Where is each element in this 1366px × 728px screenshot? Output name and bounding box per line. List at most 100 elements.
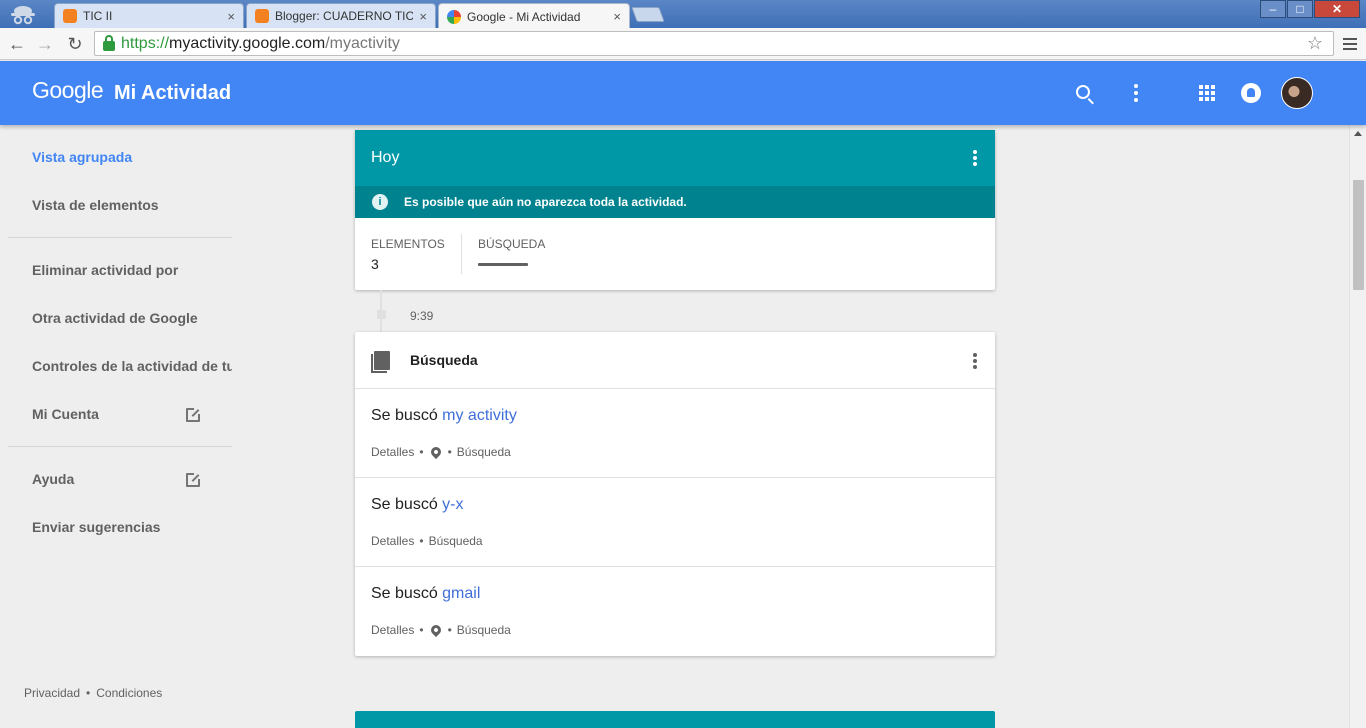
scrollbar[interactable]	[1349, 125, 1366, 728]
sidebar-divider	[8, 237, 232, 238]
stat-divider	[461, 234, 462, 274]
reload-button[interactable]: ↻	[63, 32, 87, 56]
url-path: /myactivity	[325, 34, 400, 52]
tab-close-icon[interactable]: ×	[227, 9, 235, 24]
location-pin-icon[interactable]	[428, 444, 443, 460]
search-bundle-card: Búsqueda Se buscó my activity Detalles •…	[355, 332, 995, 656]
bundle-header[interactable]: Búsqueda	[355, 332, 995, 389]
search-stat-label: BÚSQUEDA	[478, 237, 546, 251]
query-link[interactable]: my activity	[442, 407, 517, 424]
sidebar-item-otra-actividad[interactable]: Otra actividad de Google	[32, 310, 232, 326]
apps-icon[interactable]	[1191, 77, 1223, 109]
timeline-dot	[377, 310, 386, 319]
details-link[interactable]: Detalles	[371, 534, 414, 548]
sidebar-item-eliminar-actividad[interactable]: Eliminar actividad por	[32, 262, 232, 278]
meta-separator: •	[419, 445, 424, 459]
close-window-button[interactable]: ✕	[1314, 0, 1360, 18]
privacy-link[interactable]: Privacidad	[24, 686, 80, 700]
forward-button[interactable]: →	[33, 32, 57, 56]
next-day-card	[355, 711, 995, 728]
notice-text: Es posible que aún no aparezca toda la a…	[404, 195, 687, 209]
more-vert-icon[interactable]	[973, 150, 977, 166]
back-button[interactable]: ←	[5, 32, 29, 56]
sidebar-item-controles-actividad[interactable]: Controles de la actividad de tu cuenta	[32, 358, 232, 374]
sidebar-item-ayuda[interactable]: Ayuda	[32, 471, 232, 487]
bundle-title: Búsqueda	[410, 352, 478, 368]
footer-separator: •	[86, 686, 91, 700]
more-vert-icon[interactable]	[1120, 77, 1152, 109]
url-host: myactivity.google.com	[169, 34, 326, 52]
search-icon[interactable]	[1068, 77, 1100, 109]
incognito-icon	[6, 2, 40, 26]
page-title[interactable]: Mi Actividad	[114, 82, 231, 105]
notifications-icon[interactable]	[1235, 77, 1267, 109]
more-vert-icon[interactable]	[973, 353, 977, 369]
open-in-new-icon	[186, 407, 201, 422]
tab-close-icon[interactable]: ×	[419, 9, 427, 24]
query-link[interactable]: gmail	[442, 585, 480, 602]
entry-prefix: Se buscó	[371, 407, 443, 424]
sidebar-item-vista-agrupada[interactable]: Vista agrupada	[32, 149, 232, 165]
new-tab-button[interactable]	[631, 7, 665, 22]
meta-separator: •	[447, 445, 452, 459]
blogger-favicon-icon	[63, 9, 77, 23]
minimize-button[interactable]: –	[1260, 0, 1286, 18]
footer-links: Privacidad • Condiciones	[24, 686, 162, 700]
entry-prefix: Se buscó	[371, 496, 443, 513]
day-title: Hoy	[371, 149, 400, 166]
activity-stats: ELEMENTOS 3 BÚSQUEDA	[355, 218, 995, 290]
browser-tab-strip: TIC II × Blogger: CUADERNO TIC I × Googl…	[0, 0, 1366, 29]
scrollbar-thumb[interactable]	[1353, 180, 1364, 290]
maximize-button[interactable]: □	[1287, 0, 1313, 18]
list-item: Se buscó gmail Detalles • • Búsqueda	[355, 567, 995, 656]
lock-icon	[103, 34, 115, 51]
sidebar-item-vista-elementos[interactable]: Vista de elementos	[32, 197, 232, 213]
meta-separator: •	[419, 534, 424, 548]
tab-title: Blogger: CUADERNO TIC I	[275, 9, 414, 23]
entry-product: Búsqueda	[456, 445, 511, 459]
meta-separator: •	[419, 623, 424, 637]
avatar[interactable]	[1281, 77, 1313, 109]
google-favicon-icon	[447, 9, 461, 24]
sidebar: Vista agrupada Vista de elementos Elimin…	[0, 125, 240, 728]
terms-link[interactable]: Condiciones	[96, 686, 162, 700]
day-header: Hoy	[355, 130, 995, 186]
details-link[interactable]: Detalles	[371, 623, 414, 637]
url-scheme: https://	[121, 34, 170, 52]
sidebar-divider	[8, 446, 232, 447]
activity-notice: i Es posible que aún no aparezca toda la…	[355, 186, 995, 218]
scroll-up-arrow-icon[interactable]	[1354, 131, 1362, 136]
tab-mi-actividad[interactable]: Google - Mi Actividad ×	[438, 3, 630, 29]
bookmark-star-icon[interactable]: ☆	[1307, 33, 1323, 54]
blogger-favicon-icon	[255, 9, 269, 23]
entry-meta: Detalles • • Búsqueda	[371, 444, 511, 460]
search-product-icon	[371, 351, 390, 373]
address-bar[interactable]: https:// myactivity.google.com /myactivi…	[94, 31, 1334, 56]
entry-meta: Detalles • • Búsqueda	[371, 622, 511, 638]
entry-title: Se buscó y-x	[371, 496, 463, 514]
sidebar-item-enviar-sugerencias[interactable]: Enviar sugerencias	[32, 519, 232, 535]
location-pin-icon[interactable]	[428, 622, 443, 638]
list-item: Se buscó my activity Detalles • • Búsque…	[355, 389, 995, 478]
tab-tic-ii[interactable]: TIC II ×	[54, 3, 244, 28]
entry-prefix: Se buscó	[371, 585, 443, 602]
google-logo[interactable]: Google	[32, 77, 104, 104]
search-stat-bar	[478, 263, 528, 266]
timeline-time: 9:39	[410, 309, 434, 323]
query-link[interactable]: y-x	[442, 496, 463, 513]
entry-meta: Detalles • Búsqueda	[371, 534, 483, 548]
info-icon: i	[372, 194, 388, 210]
tab-title: Google - Mi Actividad	[467, 9, 581, 24]
details-link[interactable]: Detalles	[371, 445, 414, 459]
open-in-new-icon	[186, 472, 201, 487]
sidebar-item-mi-cuenta[interactable]: Mi Cuenta	[32, 406, 232, 422]
browser-menu-button[interactable]	[1340, 32, 1360, 56]
meta-separator: •	[447, 623, 452, 637]
tab-close-icon[interactable]: ×	[613, 9, 621, 24]
entry-title: Se buscó gmail	[371, 585, 480, 603]
tab-blogger[interactable]: Blogger: CUADERNO TIC I ×	[246, 3, 436, 28]
day-summary-card: Hoy i Es posible que aún no aparezca tod…	[355, 130, 995, 290]
entry-product: Búsqueda	[456, 623, 511, 637]
items-stat-label: ELEMENTOS	[371, 237, 445, 251]
app-header: Google Mi Actividad	[0, 61, 1366, 125]
